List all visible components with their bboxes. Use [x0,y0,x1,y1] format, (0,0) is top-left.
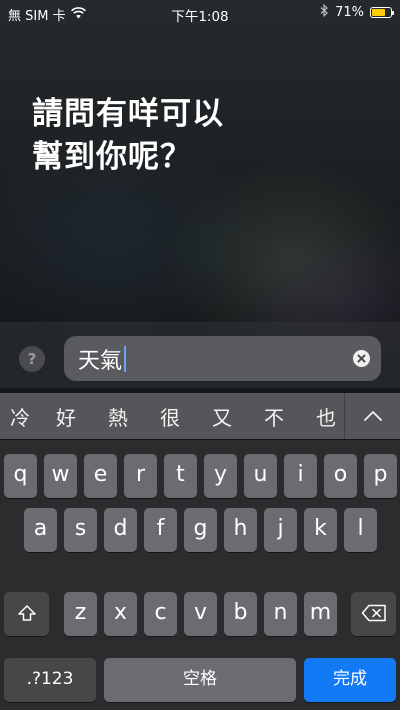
shift-key[interactable] [4,592,49,636]
text-cursor [124,345,127,372]
candidate-item[interactable]: 很 [144,402,196,431]
prompt-line-1: 請問有咩可以 [32,96,224,132]
key-p[interactable]: p [364,454,397,498]
prompt-line-2: 幫到你呢？ [32,139,192,175]
candidate-item[interactable]: 好 [40,402,92,431]
keyboard: q w e r t y u i o p a s d f g h j k l z … [0,440,400,710]
key-d[interactable]: d [104,508,137,552]
key-j[interactable]: j [264,508,297,552]
battery-percent: 71% [335,5,364,20]
candidate-item[interactable]: 又 [196,402,248,431]
key-e[interactable]: e [84,454,117,498]
key-i[interactable]: i [284,454,317,498]
siri-text-input[interactable]: 天氣 [64,336,381,381]
key-h[interactable]: h [224,508,257,552]
key-n[interactable]: n [264,592,297,636]
chevron-up-icon[interactable] [345,393,400,439]
key-b[interactable]: b [224,592,257,636]
key-t[interactable]: t [164,454,197,498]
key-z[interactable]: z [64,592,97,636]
input-value: 天氣 [78,348,123,374]
key-v[interactable]: v [184,592,217,636]
key-a[interactable]: a [24,508,57,552]
numbers-key[interactable]: .?123 [4,658,96,702]
key-f[interactable]: f [144,508,177,552]
key-r[interactable]: r [124,454,157,498]
battery-icon [370,7,394,18]
key-k[interactable]: k [304,508,337,552]
type-to-siri-bar: ? 天氣 [0,322,400,388]
key-w[interactable]: w [44,454,77,498]
space-key[interactable]: 空格 [104,658,296,702]
siri-prompt: 請問有咩可以 幫到你呢？ [32,93,372,179]
delete-key[interactable] [351,592,396,636]
bluetooth-icon [320,3,329,21]
key-c[interactable]: c [144,592,177,636]
key-g[interactable]: g [184,508,217,552]
key-x[interactable]: x [104,592,137,636]
key-o[interactable]: o [324,454,357,498]
key-q[interactable]: q [4,454,37,498]
shift-icon [17,600,37,625]
candidate-item[interactable]: 熱 [92,402,144,431]
candidate-item[interactable]: 冷 [0,402,40,431]
key-y[interactable]: y [204,454,237,498]
backspace-icon [361,600,387,625]
candidate-bar: 冷 好 熱 很 又 不 也 [0,393,400,439]
key-s[interactable]: s [64,508,97,552]
status-bar: 無 SIM 卡 下午1:08 71% [0,0,400,26]
key-m[interactable]: m [304,592,337,636]
candidate-item[interactable]: 不 [248,402,300,431]
done-button[interactable]: 完成 [304,658,396,702]
clear-icon[interactable] [353,350,370,367]
key-u[interactable]: u [244,454,277,498]
key-l[interactable]: l [344,508,377,552]
help-button[interactable]: ? [19,346,45,372]
